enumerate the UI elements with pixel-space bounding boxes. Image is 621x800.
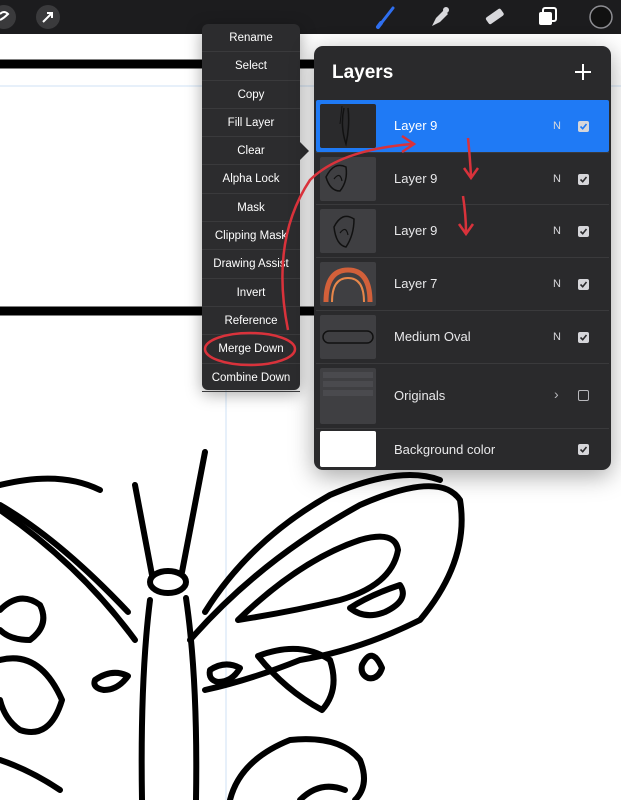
visibility-checkbox[interactable] <box>578 279 589 290</box>
menu-item-invert[interactable]: Invert <box>202 279 300 307</box>
visibility-checkbox[interactable] <box>578 444 589 455</box>
layer-name: Background color <box>394 442 496 457</box>
layer-name: Layer 9 <box>394 171 438 186</box>
layer-thumbnail <box>320 104 376 148</box>
visibility-checkbox[interactable] <box>578 174 589 185</box>
menu-item-clipping-mask[interactable]: Clipping Mask <box>202 222 300 251</box>
layer-row[interactable]: Layer 9 N <box>316 204 609 257</box>
modify-icon[interactable] <box>0 3 18 31</box>
layer-thumbnail <box>320 315 376 359</box>
menu-item-combine-down[interactable]: Combine Down <box>202 364 300 392</box>
visibility-checkbox[interactable] <box>578 332 589 343</box>
layers-panel-header: Layers <box>314 46 611 100</box>
layer-options-menu: Rename Select Copy Fill Layer Clear Alph… <box>202 24 309 392</box>
menu-item-rename[interactable]: Rename <box>202 24 300 53</box>
plus-icon[interactable] <box>569 58 597 86</box>
menu-item-merge-down[interactable]: Merge Down <box>202 335 300 364</box>
menu-item-alpha-lock[interactable]: Alpha Lock <box>202 165 300 194</box>
menu-item-select[interactable]: Select <box>202 52 300 81</box>
layers-panel: Layers Layer 9 N Layer 9 N Layer 9 N Lay… <box>314 46 611 470</box>
menu-item-reference[interactable]: Reference <box>202 307 300 336</box>
layers-icon[interactable] <box>534 3 562 31</box>
menu-item-drawing-assist[interactable]: Drawing Assist <box>202 250 300 279</box>
visibility-checkbox[interactable] <box>578 121 589 132</box>
layer-name: Layer 9 <box>394 118 438 133</box>
menu-item-clear[interactable]: Clear <box>202 137 300 166</box>
layer-row[interactable]: Layer 7 N <box>316 257 609 310</box>
color-swatch[interactable] <box>587 3 615 31</box>
layer-row[interactable]: Background color <box>316 428 609 470</box>
layer-name: Medium Oval <box>394 329 471 344</box>
blend-mode-label[interactable]: N <box>553 173 561 185</box>
eraser-icon[interactable] <box>480 3 508 31</box>
group-thumbnail <box>320 368 376 424</box>
layer-group-row[interactable]: Originals › <box>316 363 609 428</box>
blend-mode-label[interactable]: N <box>553 331 561 343</box>
visibility-checkbox[interactable] <box>578 390 589 401</box>
blend-mode-label[interactable]: N <box>553 278 561 290</box>
layer-name: Originals <box>394 388 446 403</box>
background-color-swatch[interactable] <box>320 431 376 467</box>
layer-row[interactable]: Layer 9 N <box>316 100 609 152</box>
selection-arrow-icon[interactable] <box>34 3 62 31</box>
blend-mode-label[interactable]: N <box>553 120 561 132</box>
blend-mode-label[interactable]: N <box>553 225 561 237</box>
layer-name: Layer 7 <box>394 276 438 291</box>
smudge-icon[interactable] <box>425 3 453 31</box>
top-toolbar <box>0 0 621 34</box>
layer-thumbnail <box>320 262 376 306</box>
menu-item-mask[interactable]: Mask <box>202 194 300 223</box>
layer-thumbnail <box>320 157 376 201</box>
layer-thumbnail <box>320 209 376 253</box>
layer-row[interactable]: Layer 9 N <box>316 152 609 204</box>
layers-panel-title: Layers <box>332 62 394 83</box>
chevron-right-icon[interactable]: › <box>554 386 559 402</box>
menu-pointer-arrow <box>300 142 309 160</box>
brush-icon[interactable] <box>372 3 400 31</box>
visibility-checkbox[interactable] <box>578 226 589 237</box>
menu-item-fill-layer[interactable]: Fill Layer <box>202 109 300 138</box>
layer-row[interactable]: Medium Oval N <box>316 310 609 363</box>
layer-name: Layer 9 <box>394 223 438 238</box>
menu-item-copy[interactable]: Copy <box>202 81 300 109</box>
